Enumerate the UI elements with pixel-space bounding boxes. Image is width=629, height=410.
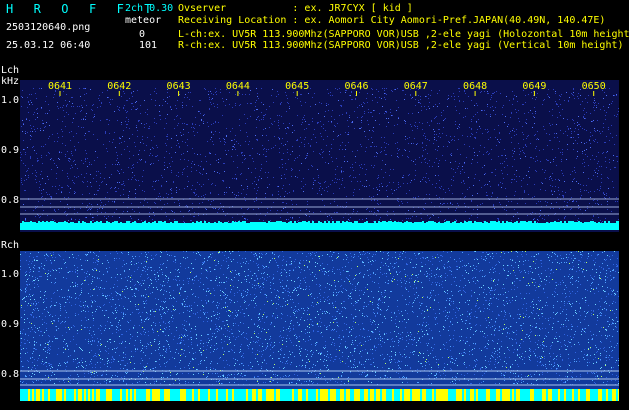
lch-noise-band <box>20 224 619 230</box>
lch-time-tick: 0644 <box>226 81 250 92</box>
rch-receiver-line: R-ch:ex. UV5R 113.900Mhz(SAPPORO VOR)USB… <box>178 40 624 51</box>
rch-channel-label: Rch <box>1 240 20 251</box>
lch-channel-label: Lch <box>1 65 20 76</box>
lch-time-tick: 0650 <box>582 81 606 92</box>
lch-unit-label: kHz <box>1 76 20 87</box>
lch-time-tick: 0641 <box>48 81 72 92</box>
lch-time-tick: 0648 <box>463 81 487 92</box>
rch-y-tick-1-0: 1.0 <box>1 269 20 280</box>
image-filename: 2503120640.png <box>6 22 91 33</box>
lch-receiver-line: L-ch:ex. UV5R 113.900Mhz(SAPPORO VOR)USB… <box>178 29 629 40</box>
lch-time-tick: 0643 <box>167 81 191 92</box>
lch-y-tick-0-8: 0.8 <box>1 195 20 206</box>
lch-meteor-count: 0 <box>139 29 146 40</box>
rch-spectrogram <box>20 251 619 401</box>
lch-time-tick: 0649 <box>522 81 546 92</box>
lch-time-tick: 0642 <box>107 81 131 92</box>
rch-meteor-count: 101 <box>139 40 158 51</box>
lch-y-tick-0-9: 0.9 <box>1 145 20 156</box>
lch-spectrogram: 0641 0642 0643 0644 0645 0646 0647 0648 0649 0650 <box>20 80 619 232</box>
location-line: Receiving Location : ex. Aomori City Aom… <box>178 15 606 26</box>
app-version: 2ch 0.30 <box>125 3 174 14</box>
rch-y-tick-0-8: 0.8 <box>1 369 20 380</box>
lch-time-tick: 0646 <box>344 81 368 92</box>
capture-datetime: 25.03.12 06:40 <box>6 40 91 51</box>
meteor-count-label: meteor <box>125 15 162 26</box>
observer-line: Ovserver : ex. JR7CYX [ kid ] <box>178 3 413 14</box>
lch-time-tick: 0645 <box>285 81 309 92</box>
lch-time-tick: 0647 <box>404 81 428 92</box>
lch-y-tick-1-0: 1.0 <box>1 95 20 106</box>
rch-y-tick-0-9: 0.9 <box>1 319 20 330</box>
